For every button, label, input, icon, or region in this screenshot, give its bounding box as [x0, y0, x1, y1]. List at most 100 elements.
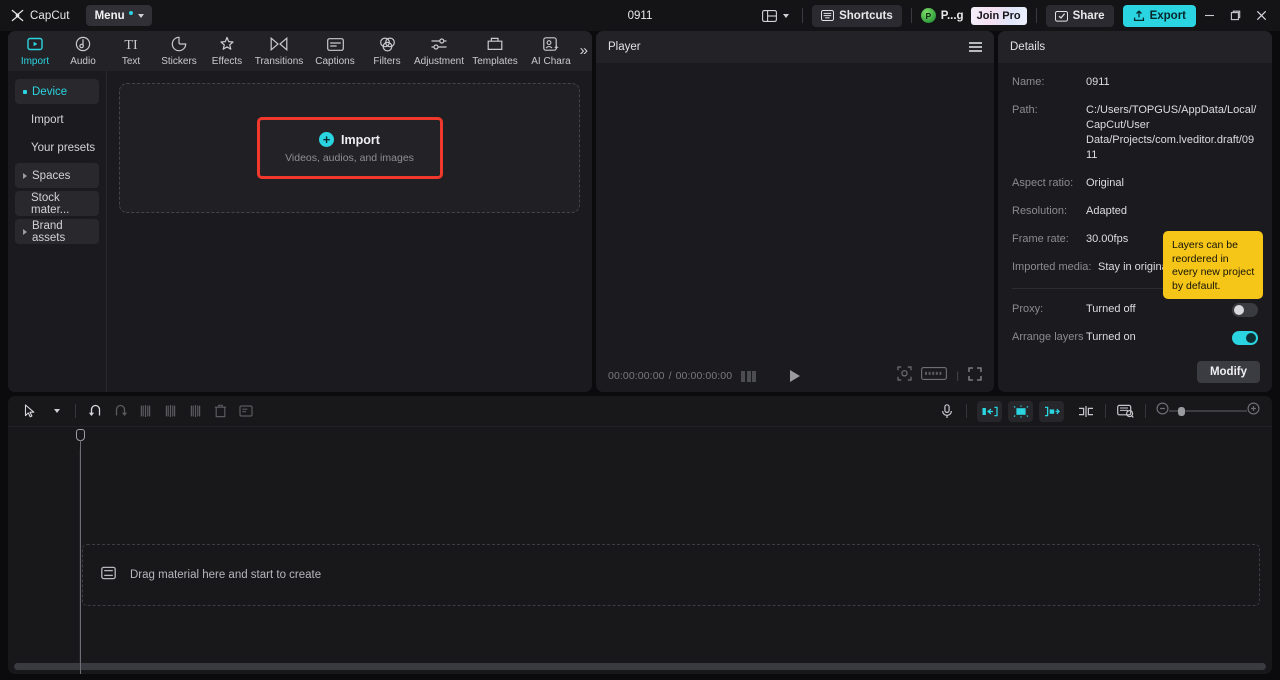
undo-button[interactable] [83, 400, 108, 422]
export-button[interactable]: Export [1122, 4, 1196, 27]
upper-region: Import Audio TI Text Stickers Effects Tr… [0, 31, 1280, 392]
svg-text:TI: TI [124, 38, 138, 51]
smart-adjust-button[interactable] [1008, 400, 1033, 422]
fit-to-screen-icon[interactable] [897, 366, 912, 386]
sidebar-item-your-presets[interactable]: Your presets [15, 135, 99, 160]
export-label: Export [1149, 9, 1186, 22]
tab-captions[interactable]: Captions [307, 31, 363, 71]
redo-button[interactable] [108, 400, 133, 422]
import-row: + Import [319, 132, 380, 147]
modify-button[interactable]: Modify [1196, 361, 1260, 383]
delete-button[interactable] [208, 400, 233, 422]
tab-label: Audio [70, 55, 96, 67]
total-time: 00:00:00:00 [675, 370, 733, 382]
templates-icon [487, 36, 503, 53]
tab-transitions[interactable]: Transitions [251, 31, 307, 71]
export-upload-icon [1133, 9, 1144, 21]
menu-button[interactable]: Menu [85, 5, 152, 26]
tab-text[interactable]: TI Text [107, 31, 155, 71]
arrange-layers-toggle[interactable] [1232, 330, 1258, 345]
crop-button[interactable] [233, 400, 258, 422]
cursor-dropdown-icon[interactable] [43, 400, 68, 422]
aspect-preset-icon[interactable] [921, 367, 948, 385]
tooltip-confirm-button[interactable]: Got it [1226, 298, 1255, 299]
divider [1145, 404, 1146, 418]
fullscreen-icon[interactable] [968, 366, 982, 386]
auto-fill-left-button[interactable] [977, 400, 1002, 422]
trim-left-button[interactable] [158, 400, 183, 422]
tab-effects[interactable]: Effects [203, 31, 251, 71]
auto-fill-right-button[interactable] [1039, 400, 1064, 422]
play-button[interactable] [790, 370, 800, 382]
timeline-scrollbar-area[interactable] [8, 663, 1272, 674]
media-dropzone[interactable]: + Import Videos, audios, and images [119, 83, 580, 213]
timeline-zoom-slider[interactable] [1156, 402, 1260, 420]
minimize-button[interactable] [1196, 0, 1222, 31]
trim-right-button[interactable] [183, 400, 208, 422]
close-button[interactable] [1248, 0, 1274, 31]
record-voiceover-button[interactable] [934, 400, 959, 422]
tab-audio[interactable]: Audio [59, 31, 107, 71]
layout-switch-button[interactable] [756, 9, 793, 22]
timeline-drop-hint: Drag material here and start to create [130, 569, 322, 581]
detail-row-aspect-ratio: Aspect ratio: Original [1012, 176, 1258, 191]
import-button[interactable]: + Import Videos, audios, and images [256, 117, 443, 179]
playhead[interactable] [76, 427, 85, 674]
detail-value: C:/Users/TOPGUS/AppData/Local/CapCut/Use… [1086, 104, 1257, 161]
sidebar-item-brand-assets[interactable]: Brand assets [15, 219, 99, 244]
timeline-dropzone[interactable]: Drag material here and start to create [82, 544, 1260, 606]
zoom-handle[interactable] [1178, 407, 1185, 416]
player-stage[interactable] [596, 63, 994, 360]
tab-templates[interactable]: Templates [467, 31, 523, 71]
zoom-in-icon[interactable] [1247, 402, 1260, 420]
timeline-tracks[interactable]: Drag material here and start to create [8, 449, 1272, 663]
ai-character-icon [543, 36, 559, 53]
tab-adjustment[interactable]: Adjustment [411, 31, 467, 71]
tab-ai-character[interactable]: AI Chara [523, 31, 579, 71]
playback-quality-icon[interactable] [741, 370, 757, 382]
marker-button[interactable] [1073, 400, 1098, 422]
detail-row-name: Name: 0911 [1012, 75, 1258, 90]
tab-stickers[interactable]: Stickers [155, 31, 203, 71]
preview-settings-button[interactable] [1113, 400, 1138, 422]
select-cursor-tool[interactable] [18, 400, 43, 422]
maximize-button[interactable] [1222, 0, 1248, 31]
titlebar-right-group: Shortcuts P P...g Join Pro Share Export [756, 0, 1280, 31]
join-pro-button[interactable]: Join Pro [970, 6, 1027, 25]
media-body: Device Import Your presets Spaces Stock … [8, 71, 592, 392]
detail-value: Original [1086, 177, 1124, 189]
detail-label: Aspect ratio: [1012, 177, 1074, 189]
detail-label: Proxy: [1012, 303, 1044, 315]
player-right-tools: | [897, 366, 982, 386]
sidebar-item-import[interactable]: Import [15, 107, 99, 132]
media-sidebar: Device Import Your presets Spaces Stock … [8, 71, 107, 392]
track-gutter [8, 449, 80, 663]
import-sublabel: Videos, audios, and images [285, 152, 414, 164]
tab-import[interactable]: Import [11, 31, 59, 71]
player-menu-icon[interactable] [969, 42, 982, 52]
sidebar-item-device[interactable]: Device [15, 79, 99, 104]
timeline-ruler[interactable] [8, 427, 1272, 674]
tab-filters[interactable]: Filters [363, 31, 411, 71]
tooltip-cancel-button[interactable]: Cancel [1180, 298, 1216, 299]
chevron-down-icon [783, 13, 790, 18]
chevron-right-icon [23, 172, 27, 179]
sidebar-item-stock-materials[interactable]: Stock mater... [15, 191, 99, 216]
current-time: 00:00:00:00 [608, 370, 665, 382]
text-icon: TI [122, 36, 140, 53]
more-tabs-icon[interactable]: » [580, 43, 588, 58]
share-button[interactable]: Share [1045, 4, 1114, 27]
zoom-track[interactable] [1169, 407, 1247, 416]
sidebar-item-spaces[interactable]: Spaces [15, 163, 99, 188]
import-icon [27, 36, 43, 53]
zoom-out-icon[interactable] [1156, 402, 1169, 420]
account-button[interactable]: P P...g [920, 8, 964, 23]
split-button[interactable] [133, 400, 158, 422]
detail-value: Adapted [1086, 205, 1127, 217]
shortcuts-button[interactable]: Shortcuts [812, 4, 902, 27]
timeline-horizontal-scrollbar[interactable] [14, 663, 1266, 670]
title-bar: CapCut Menu 0911 Shortcuts P P...g Join … [0, 0, 1280, 31]
sidebar-item-label: Import [31, 113, 64, 126]
proxy-toggle[interactable] [1232, 302, 1258, 317]
detail-value: Turned off [1086, 303, 1136, 315]
